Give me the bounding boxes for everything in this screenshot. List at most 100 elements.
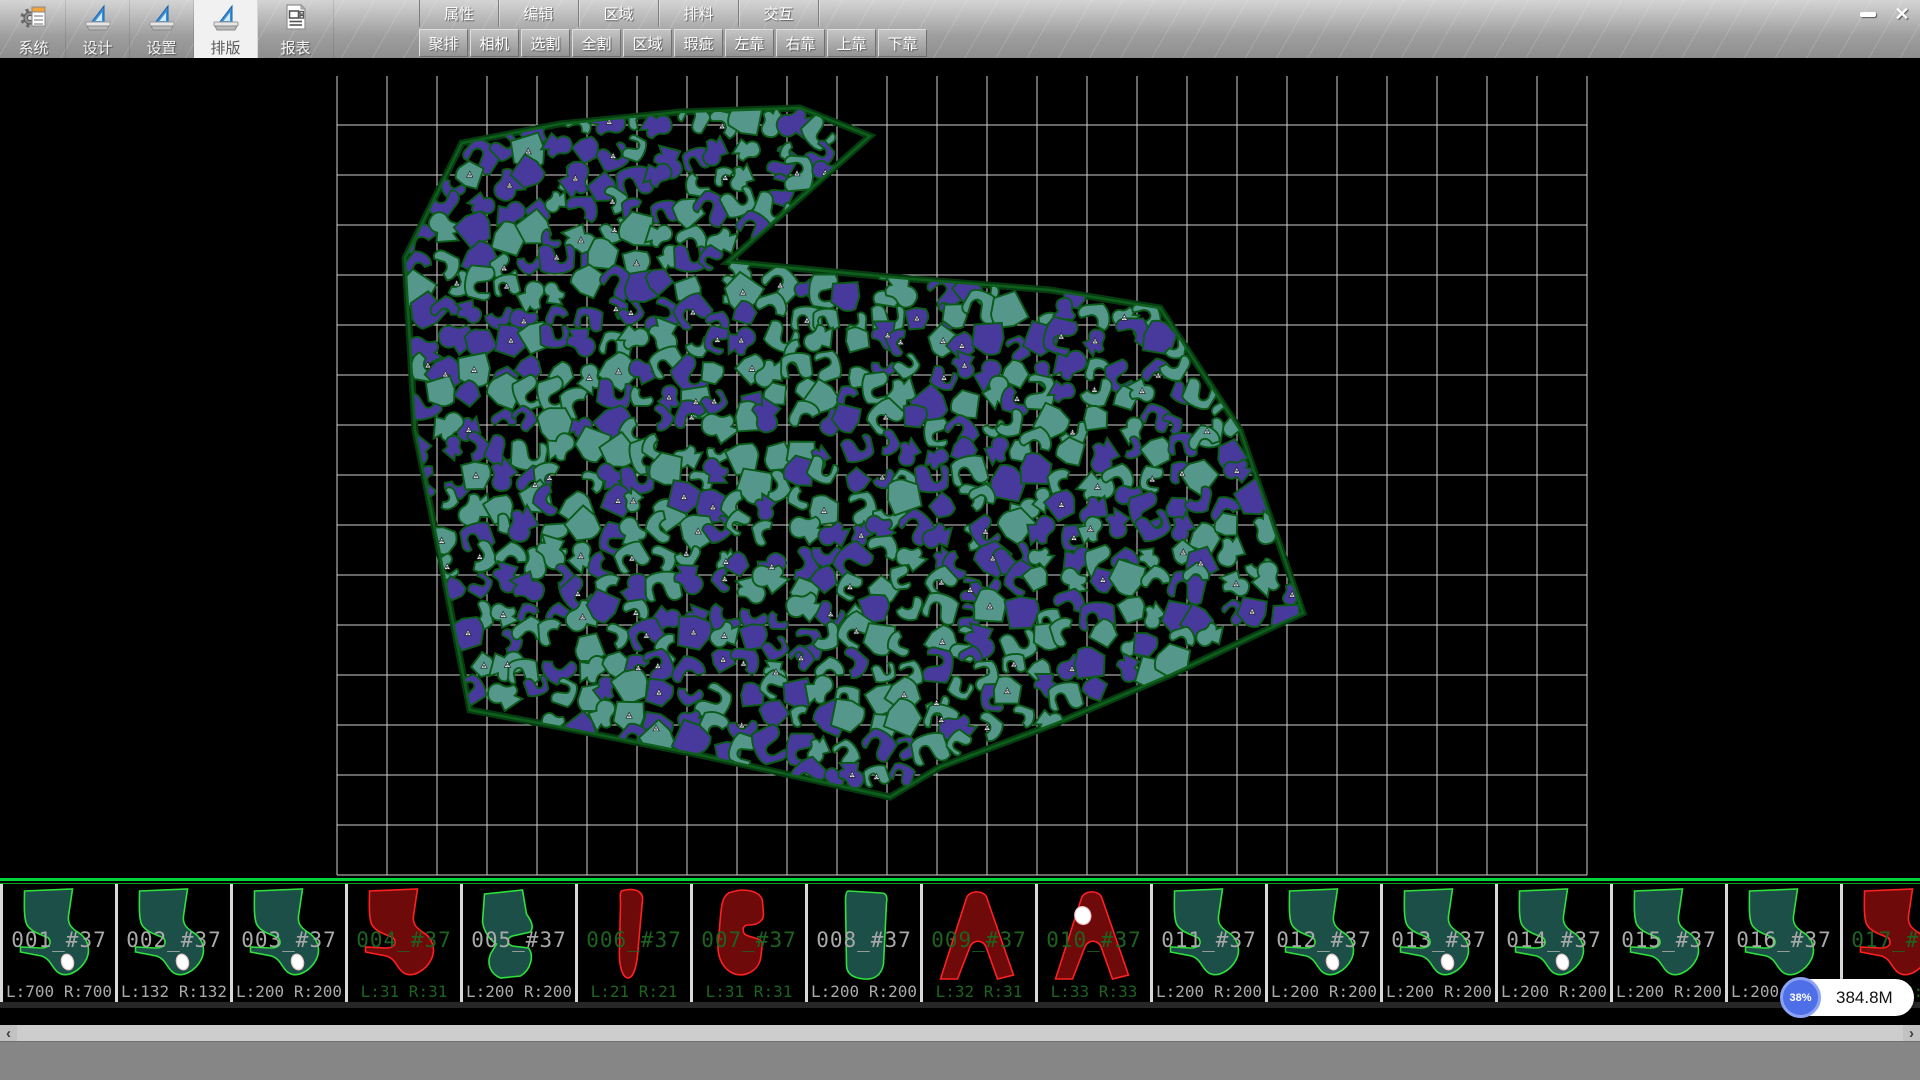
piece-lr-count: L:200 R:200	[233, 982, 345, 1001]
toolbar-button-label: 设计	[82, 39, 112, 59]
piece-lr-count: L:700 R:700	[3, 982, 115, 1001]
application-window: 系统设计设置排版报表 属性编辑区域排料交互 聚排相机选割全割区域瑕疵左靠右靠上靠…	[0, 0, 1920, 1080]
piece-thumbnail-001_#37[interactable]: 001_#37 L:700 R:700	[3, 884, 118, 1002]
gear-icon	[18, 2, 50, 39]
piece-lr-count: L:21 R:21	[578, 982, 690, 1001]
piece-lr-count: L:200 R:200	[1153, 982, 1265, 1001]
close-button[interactable]: ✕	[1890, 6, 1914, 23]
piece-lr-count: L:200 R:200	[463, 982, 575, 1001]
toolbar-button-系统[interactable]: 系统	[2, 0, 66, 58]
action-button-bar: 聚排相机选割全割区域瑕疵左靠右靠上靠下靠	[419, 29, 927, 58]
toolbar-button-label: 报表	[280, 39, 310, 59]
piece-id-label: 008_#37	[808, 928, 920, 952]
action-button-选割[interactable]: 选割	[521, 29, 570, 57]
piece-lr-count: L:200 R:200	[1383, 982, 1495, 1001]
action-button-聚排[interactable]: 聚排	[419, 29, 468, 57]
progress-percent: 38%	[1789, 992, 1811, 1004]
piece-thumbnail-002_#37[interactable]: 002_#37 L:132 R:132	[118, 884, 233, 1002]
nesting-layout-svg	[0, 58, 1920, 878]
ruler-icon	[146, 2, 178, 39]
piece-lr-count: L:200 R:200	[1268, 982, 1380, 1001]
memory-badge: 38% 384.8M	[1780, 977, 1914, 1018]
toolbar-button-设计[interactable]: 设计	[66, 0, 130, 58]
menu-tab-区域[interactable]: 区域	[579, 0, 659, 27]
menu-tab-属性[interactable]: 属性	[419, 0, 499, 27]
piece-id-label: 002_#37	[118, 928, 230, 952]
main-toolbar: 系统 设计 设置 排版 报表	[2, 0, 334, 58]
ruler-icon	[210, 2, 242, 39]
piece-id-label: 016_#37	[1728, 928, 1840, 952]
piece-lr-count: L:31 R:31	[693, 982, 805, 1001]
horizontal-scrollbar[interactable]: ‹ ›	[0, 1025, 1920, 1041]
toolbar-button-报表[interactable]: 报表	[258, 0, 334, 58]
toolbar-button-label: 系统	[18, 39, 48, 59]
piece-thumbnail-007_#37[interactable]: 007_#37 L:31 R:31	[693, 884, 808, 1002]
pieces-strip: 001_#37L:700 R:700002_#37L:132 R:132003_…	[0, 878, 1920, 1008]
piece-lr-count: L:200 R:200	[1613, 982, 1725, 1001]
piece-id-label: 013_#37	[1383, 928, 1495, 952]
action-button-瑕疵[interactable]: 瑕疵	[674, 29, 723, 57]
piece-lr-count: L:200 R:200	[1498, 982, 1610, 1001]
piece-thumbnail-014_#37[interactable]: 014_#37 L:200 R:200	[1498, 884, 1613, 1002]
piece-id-label: 012_#37	[1268, 928, 1380, 952]
piece-thumbnail-015_#37[interactable]: 015_#37 L:200 R:200	[1613, 884, 1728, 1002]
action-button-左靠[interactable]: 左靠	[725, 29, 774, 57]
piece-thumbnail-008_#37[interactable]: 008_#37 L:200 R:200	[808, 884, 923, 1002]
piece-id-label: 015_#37	[1613, 928, 1725, 952]
piece-id-label: 010_#37	[1038, 928, 1150, 952]
piece-thumbnail-005_#37[interactable]: 005_#37L:200 R:200	[463, 884, 578, 1002]
minimize-icon	[1860, 12, 1876, 17]
toolbar-button-label: 设置	[146, 39, 176, 59]
report-icon	[280, 2, 312, 39]
piece-lr-count: L:32 R:31	[923, 982, 1035, 1001]
piece-lr-count: L:132 R:132	[118, 982, 230, 1001]
action-button-右靠[interactable]: 右靠	[776, 29, 825, 57]
piece-thumbnail-004_#37[interactable]: 004_#37 L:31 R:31	[348, 884, 463, 1002]
menu-tab-排料[interactable]: 排料	[659, 0, 739, 27]
piece-thumbnail-009_#37[interactable]: 009_#37 L:32 R:31	[923, 884, 1038, 1002]
menu-tab-交互[interactable]: 交互	[739, 0, 819, 27]
action-button-下靠[interactable]: 下靠	[878, 29, 927, 57]
piece-id-label: 017_#37	[1843, 928, 1920, 952]
piece-thumbnail-013_#37[interactable]: 013_#37 L:200 R:200	[1383, 884, 1498, 1002]
window-controls: ✕	[1856, 6, 1914, 23]
toolbar-button-设置[interactable]: 设置	[130, 0, 194, 58]
progress-circle: 38%	[1780, 977, 1821, 1018]
piece-lr-count: L:200 R:200	[808, 982, 920, 1001]
titlebar: 系统设计设置排版报表 属性编辑区域排料交互 聚排相机选割全割区域瑕疵左靠右靠上靠…	[0, 0, 1920, 58]
close-icon: ✕	[1894, 6, 1909, 23]
scroll-right-arrow[interactable]: ›	[1903, 1025, 1920, 1041]
piece-id-label: 007_#37	[693, 928, 805, 952]
piece-lr-count: L:33 R:33	[1038, 982, 1150, 1001]
menu-tab-bar: 属性编辑区域排料交互	[419, 0, 819, 27]
toolbar-button-排版[interactable]: 排版	[194, 0, 258, 58]
piece-id-label: 003_#37	[233, 928, 345, 952]
piece-id-label: 006_#37	[578, 928, 690, 952]
strip-bottom-band	[0, 1002, 1920, 1008]
action-button-相机[interactable]: 相机	[470, 29, 519, 57]
piece-id-label: 009_#37	[923, 928, 1035, 952]
piece-id-label: 014_#37	[1498, 928, 1610, 952]
piece-thumbnail-003_#37[interactable]: 003_#37 L:200 R:200	[233, 884, 348, 1002]
action-button-区域[interactable]: 区域	[623, 29, 672, 57]
action-button-上靠[interactable]: 上靠	[827, 29, 876, 57]
piece-id-label: 004_#37	[348, 928, 460, 952]
piece-thumbnail-011_#37[interactable]: 011_#37 L:200 R:200	[1153, 884, 1268, 1002]
piece-id-label: 001_#37	[3, 928, 115, 952]
piece-thumbnail-006_#37[interactable]: 006_#37 L:21 R:21	[578, 884, 693, 1002]
piece-thumbnail-010_#37[interactable]: 010_#37 L:33 R:33	[1038, 884, 1153, 1002]
piece-id-label: 011_#37	[1153, 928, 1265, 952]
memory-value: 384.8M	[1836, 977, 1893, 1018]
toolbar-button-label: 排版	[210, 39, 240, 59]
nested-pieces	[392, 98, 1306, 795]
piece-lr-count: L:31 R:31	[348, 982, 460, 1001]
action-button-全割[interactable]: 全割	[572, 29, 621, 57]
nesting-canvas[interactable]	[0, 58, 1920, 878]
scroll-left-arrow[interactable]: ‹	[0, 1025, 17, 1041]
piece-thumbnail-list: 001_#37L:700 R:700002_#37L:132 R:132003_…	[0, 884, 1920, 1002]
strip-divider-line	[0, 878, 1920, 881]
minimize-button[interactable]	[1856, 6, 1880, 23]
menu-tab-编辑[interactable]: 编辑	[499, 0, 579, 27]
bottom-status-area	[0, 1041, 1920, 1080]
piece-thumbnail-012_#37[interactable]: 012_#37 L:200 R:200	[1268, 884, 1383, 1002]
